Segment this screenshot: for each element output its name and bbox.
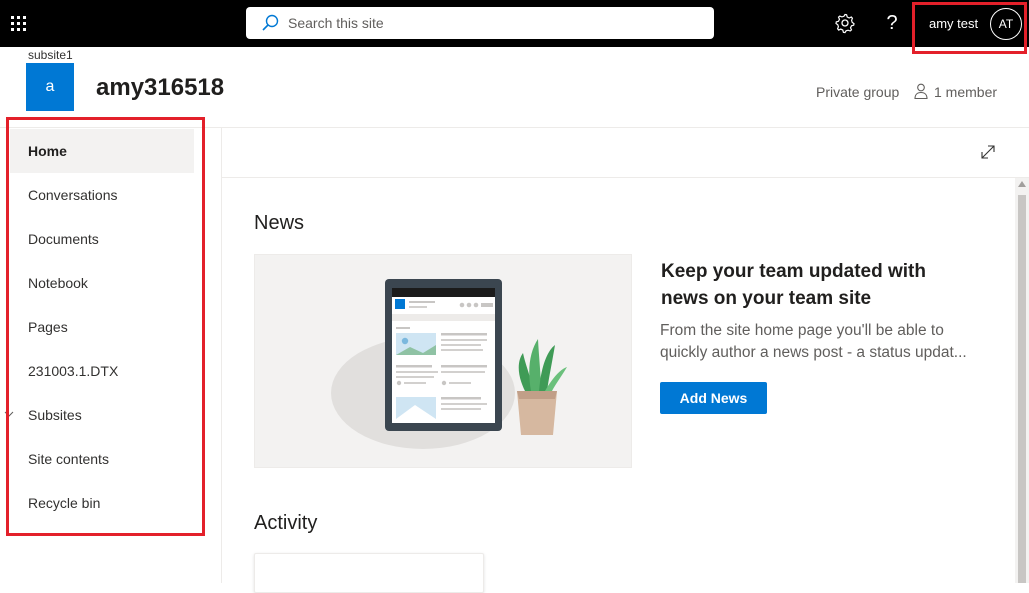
suite-bar: ? bbox=[0, 0, 1029, 47]
news-description-line2: quickly author a news post - a status up… bbox=[660, 344, 967, 361]
members-button[interactable]: 1 member bbox=[934, 84, 997, 100]
add-news-button[interactable]: Add News bbox=[660, 382, 767, 414]
gear-icon[interactable] bbox=[833, 11, 857, 35]
search-icon bbox=[262, 14, 279, 31]
scroll-up-icon[interactable] bbox=[1018, 181, 1026, 187]
tablet-plant-illustration bbox=[331, 279, 567, 449]
news-illustration bbox=[254, 254, 632, 468]
command-bar-divider bbox=[222, 177, 1029, 178]
search-box[interactable] bbox=[246, 7, 714, 39]
app-launcher-button[interactable] bbox=[0, 0, 36, 47]
news-section-title: News bbox=[254, 212, 305, 234]
activity-card[interactable] bbox=[254, 553, 484, 593]
parent-site-link[interactable]: subsite1 bbox=[28, 48, 73, 62]
site-logo[interactable]: a bbox=[26, 63, 74, 111]
help-icon[interactable]: ? bbox=[880, 10, 904, 36]
site-title[interactable]: amy316518 bbox=[96, 74, 224, 102]
person-icon[interactable] bbox=[914, 83, 928, 99]
news-description-line1: From the site home page you'll be able t… bbox=[660, 322, 944, 339]
group-type-label: Private group bbox=[816, 84, 900, 100]
app-launcher-icon bbox=[10, 16, 26, 31]
nav-highlight bbox=[6, 117, 205, 536]
activity-section-title: Activity bbox=[254, 512, 318, 534]
news-description: From the site home page you'll be able t… bbox=[660, 320, 985, 364]
nav-divider bbox=[221, 128, 222, 583]
news-heading: Keep your team updated with news on your… bbox=[661, 261, 926, 309]
avatar[interactable]: AT bbox=[990, 8, 1022, 40]
account-name[interactable]: amy test bbox=[929, 16, 978, 31]
search-input[interactable] bbox=[288, 15, 688, 31]
scrollbar-thumb[interactable] bbox=[1018, 195, 1026, 583]
expand-icon[interactable] bbox=[980, 144, 996, 160]
